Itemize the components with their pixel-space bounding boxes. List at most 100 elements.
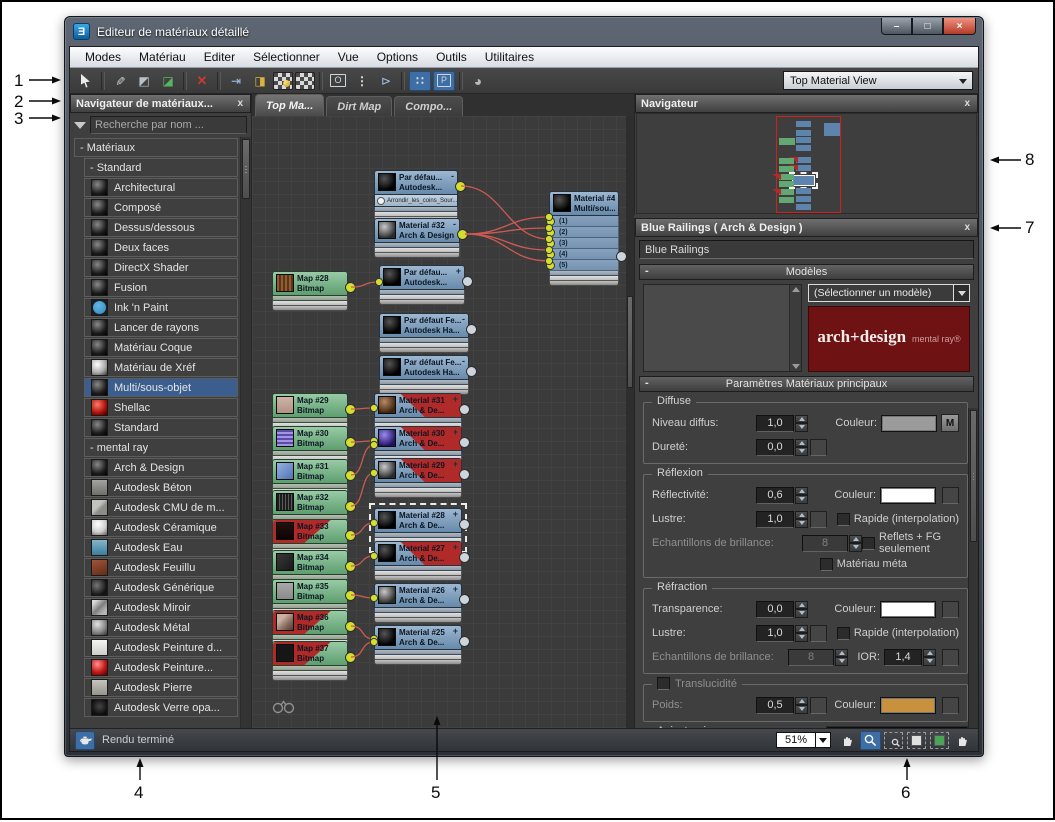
node-collapse-button[interactable]: +: [453, 584, 458, 594]
menu-item[interactable]: Options: [368, 50, 427, 64]
material-list-item[interactable]: Autodesk Peinture d...: [84, 638, 238, 657]
sub-material-slot[interactable]: (4): [546, 249, 619, 261]
node-collapse-button[interactable]: -: [451, 171, 454, 181]
maximize-button[interactable]: □: [912, 18, 943, 35]
collapse-icon[interactable]: -: [645, 265, 649, 277]
roughness-value[interactable]: 0,0: [756, 438, 794, 456]
node-output-connector[interactable]: [455, 181, 466, 192]
navigator-header[interactable]: Navigateur x: [635, 94, 978, 113]
main-parameters-rollout-header[interactable]: - Paramètres Matériaux principaux: [639, 376, 974, 392]
node-graph-view[interactable]: Par défau... Autodesk... - Arrondir_les_coi…: [252, 116, 626, 728]
material-list-item[interactable]: Autodesk Eau: [84, 538, 238, 557]
translucency-color-swatch[interactable]: [880, 696, 936, 714]
template-select-dropdown[interactable]: (Sélectionner un modèle): [808, 284, 970, 302]
minimize-button[interactable]: –: [881, 18, 912, 35]
node-mat25[interactable]: Material #25 Arch & De... +: [374, 625, 470, 666]
navigator-close-icon[interactable]: x: [962, 98, 972, 109]
refraction-glossiness-spinner[interactable]: 1,0: [756, 624, 808, 642]
node-nodeA[interactable]: Par défau... Autodesk... - Arrondir_les_coi…: [374, 170, 466, 223]
translucency-checkbox[interactable]: [657, 677, 670, 690]
material-panel-close-icon[interactable]: x: [962, 222, 972, 233]
zoom-extents-selected-icon[interactable]: [929, 731, 950, 750]
show-shaded-material-in-viewport-icon[interactable]: ∷: [409, 70, 431, 91]
node-mat27[interactable]: Material #27 Arch & De... +: [374, 541, 470, 582]
material-list-item[interactable]: Matériau Coque: [84, 338, 238, 357]
material-list-item[interactable]: Autodesk Miroir: [84, 598, 238, 617]
translucency-weight-value[interactable]: 0,5: [756, 696, 794, 714]
material-list-item[interactable]: Autodesk Béton: [84, 478, 238, 497]
preview-navigator-icon[interactable]: P: [433, 70, 455, 91]
node-output-connector[interactable]: [459, 437, 470, 448]
node-collapse-button[interactable]: -: [462, 314, 465, 324]
node-output-connector[interactable]: [616, 251, 626, 262]
material-list-item[interactable]: Autodesk Verre opa...: [84, 698, 238, 717]
node-map28[interactable]: Map #28 Bitmap: [272, 271, 356, 312]
move-children-icon[interactable]: ⇥: [225, 71, 247, 91]
filter-funnel-icon[interactable]: [74, 121, 86, 129]
put-material-to-scene-icon[interactable]: ◪: [157, 71, 179, 91]
menu-item[interactable]: Modes: [76, 50, 130, 64]
browser-panel-header[interactable]: Navigateur de matériaux... x: [70, 94, 251, 113]
reflection-glossiness-spinner[interactable]: 1,0: [756, 510, 808, 528]
material-name-field[interactable]: [639, 240, 974, 259]
node-output-connector[interactable]: [345, 621, 356, 632]
material-panel-header[interactable]: Blue Railings ( Arch & Design ) x: [635, 218, 978, 237]
diffuse-color-swatch[interactable]: [881, 414, 937, 432]
ior-spinner[interactable]: 1,4: [884, 648, 936, 666]
parameters-scrollbar-thumb[interactable]: [970, 410, 977, 542]
material-list-item[interactable]: Composé: [84, 198, 238, 217]
pan-hand-icon[interactable]: [837, 731, 858, 750]
material-list-item[interactable]: Deux faces: [84, 238, 238, 257]
pan-to-selected-icon[interactable]: [952, 731, 973, 750]
ior-value[interactable]: 1,4: [884, 648, 922, 666]
material-list-item[interactable]: Autodesk Peinture...: [84, 658, 238, 677]
search-input[interactable]: [90, 116, 247, 134]
node-mat48[interactable]: Material #48Multi/sou...-(1)(2)(3)(4)(5): [546, 191, 626, 287]
sub-material-slot[interactable]: (2): [546, 227, 619, 239]
refraction-glossiness-value[interactable]: 1,0: [756, 624, 794, 642]
material-list-item[interactable]: Lancer de rayons: [84, 318, 238, 337]
node-collapse-button[interactable]: +: [453, 394, 458, 404]
material-list-item[interactable]: Arch & Design: [84, 458, 238, 477]
scroll-up-icon[interactable]: [791, 287, 800, 292]
node-collapse-button[interactable]: +: [453, 626, 458, 636]
collapse-icon[interactable]: -: [645, 377, 649, 389]
material-list-item[interactable]: Autodesk Céramique: [84, 518, 238, 537]
parameters-scrollbar[interactable]: [968, 408, 978, 728]
material-list-item[interactable]: Multi/sous-objet: [84, 378, 238, 397]
delete-selected-icon[interactable]: ✕: [191, 71, 213, 91]
material-list-item[interactable]: Fusion: [84, 278, 238, 297]
node-output-connector[interactable]: [457, 229, 468, 240]
navigator-minimap[interactable]: [636, 113, 977, 214]
browser-scrollbar[interactable]: [240, 137, 251, 728]
tree-section-header[interactable]: - Matériaux: [74, 138, 238, 157]
title-bar[interactable]: Ǝ Editeur de matériaux détaillé: [65, 17, 983, 46]
node-output-connector[interactable]: [345, 652, 356, 663]
node-nodeC[interactable]: Par défaut Fe... Autodesk Ha... -: [379, 313, 477, 354]
zoom-tool-icon[interactable]: [860, 730, 881, 750]
translucency-color-map-button[interactable]: [942, 696, 959, 714]
reflectivity-spinner[interactable]: 0,6: [756, 486, 808, 504]
refraction-glossiness-map-button[interactable]: [810, 624, 827, 642]
node-output-connector[interactable]: [345, 470, 356, 481]
material-id-channel-icon[interactable]: O: [327, 71, 349, 91]
transparency-value[interactable]: 0,0: [756, 600, 794, 618]
node-collapse-button[interactable]: +: [453, 509, 458, 519]
material-list-item[interactable]: Autodesk CMU de m...: [84, 498, 238, 517]
zoom-region-icon[interactable]: [883, 731, 904, 750]
show-end-result-icon[interactable]: ⋮: [351, 71, 373, 91]
node-collapse-button[interactable]: -: [612, 192, 615, 202]
refraction-fast-interpolate-checkbox[interactable]: [836, 626, 850, 640]
view-tab[interactable]: Top Ma...: [255, 94, 325, 116]
material-list-item[interactable]: Autodesk Métal: [84, 618, 238, 637]
node-collapse-button[interactable]: -: [462, 356, 465, 366]
browser-scrollbar-thumb[interactable]: [242, 139, 250, 199]
glossy-samples-value[interactable]: 8: [802, 534, 848, 552]
node-output-connector[interactable]: [459, 594, 470, 605]
node-output-connector[interactable]: [466, 366, 477, 377]
background-checker-icon[interactable]: [295, 71, 315, 90]
highlights-fg-only-checkbox[interactable]: [862, 536, 875, 550]
node-output-connector[interactable]: [345, 404, 356, 415]
node-output-connector[interactable]: [462, 276, 473, 287]
view-selector-dropdown[interactable]: Top Material View: [783, 71, 973, 90]
